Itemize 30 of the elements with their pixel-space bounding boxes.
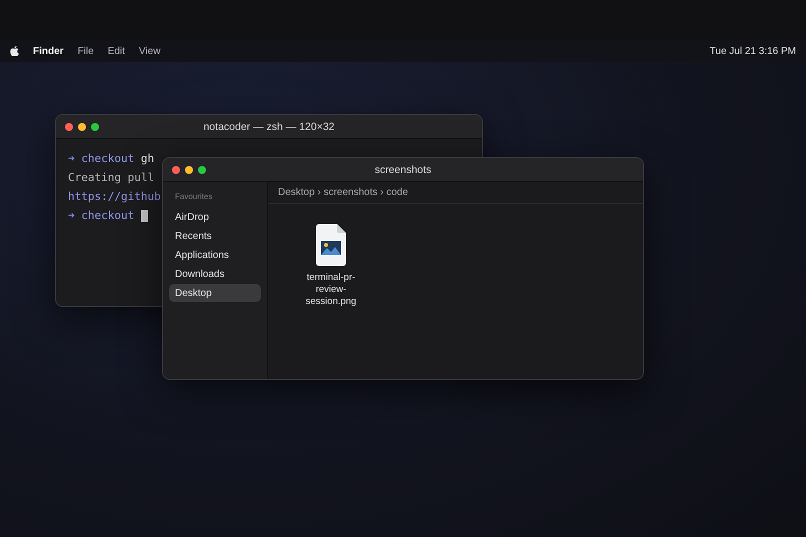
prompt-arrow: ➜ [68, 152, 75, 165]
sidebar-heading: Favourites [174, 191, 214, 203]
zoom-button[interactable] [91, 122, 99, 130]
path-breadcrumb: Desktop › screenshots › code [278, 187, 408, 198]
window-title: notacoder — zsh — 120×32 [203, 120, 335, 132]
sidebar-item[interactable]: Desktop [169, 284, 261, 302]
sidebar-item[interactable]: AirDrop [169, 208, 261, 226]
close-button[interactable] [172, 166, 180, 174]
prompt-arrow: ➜ [68, 209, 75, 222]
prompt-directory: checkout [81, 209, 134, 222]
minimize-button[interactable] [78, 122, 86, 130]
sidebar-item[interactable]: Recents [169, 227, 261, 245]
zoom-button[interactable] [198, 166, 206, 174]
window-title: screenshots [374, 164, 432, 176]
terminal-output: Creating pull [68, 171, 154, 184]
close-button[interactable] [65, 122, 73, 130]
minimize-button[interactable] [185, 166, 193, 174]
terminal-command: gh [140, 152, 154, 165]
file-name[interactable]: terminal-pr-review-session.png [296, 272, 366, 308]
sidebar-item[interactable]: Downloads [169, 265, 261, 283]
menu-item[interactable]: File [78, 46, 94, 56]
image-file-icon[interactable] [316, 224, 346, 266]
menu-item[interactable]: Finder [33, 46, 64, 56]
menu-item[interactable]: Edit [108, 46, 125, 56]
terminal-url: https://github [68, 190, 161, 203]
sidebar-item[interactable]: Applications [169, 246, 261, 264]
apple-logo-icon[interactable] [10, 46, 19, 56]
prompt-directory: checkout [81, 152, 134, 165]
menu-bar-clock[interactable]: Tue Jul 21 3:16 PM [710, 46, 796, 56]
menu-item[interactable]: View [138, 46, 160, 56]
